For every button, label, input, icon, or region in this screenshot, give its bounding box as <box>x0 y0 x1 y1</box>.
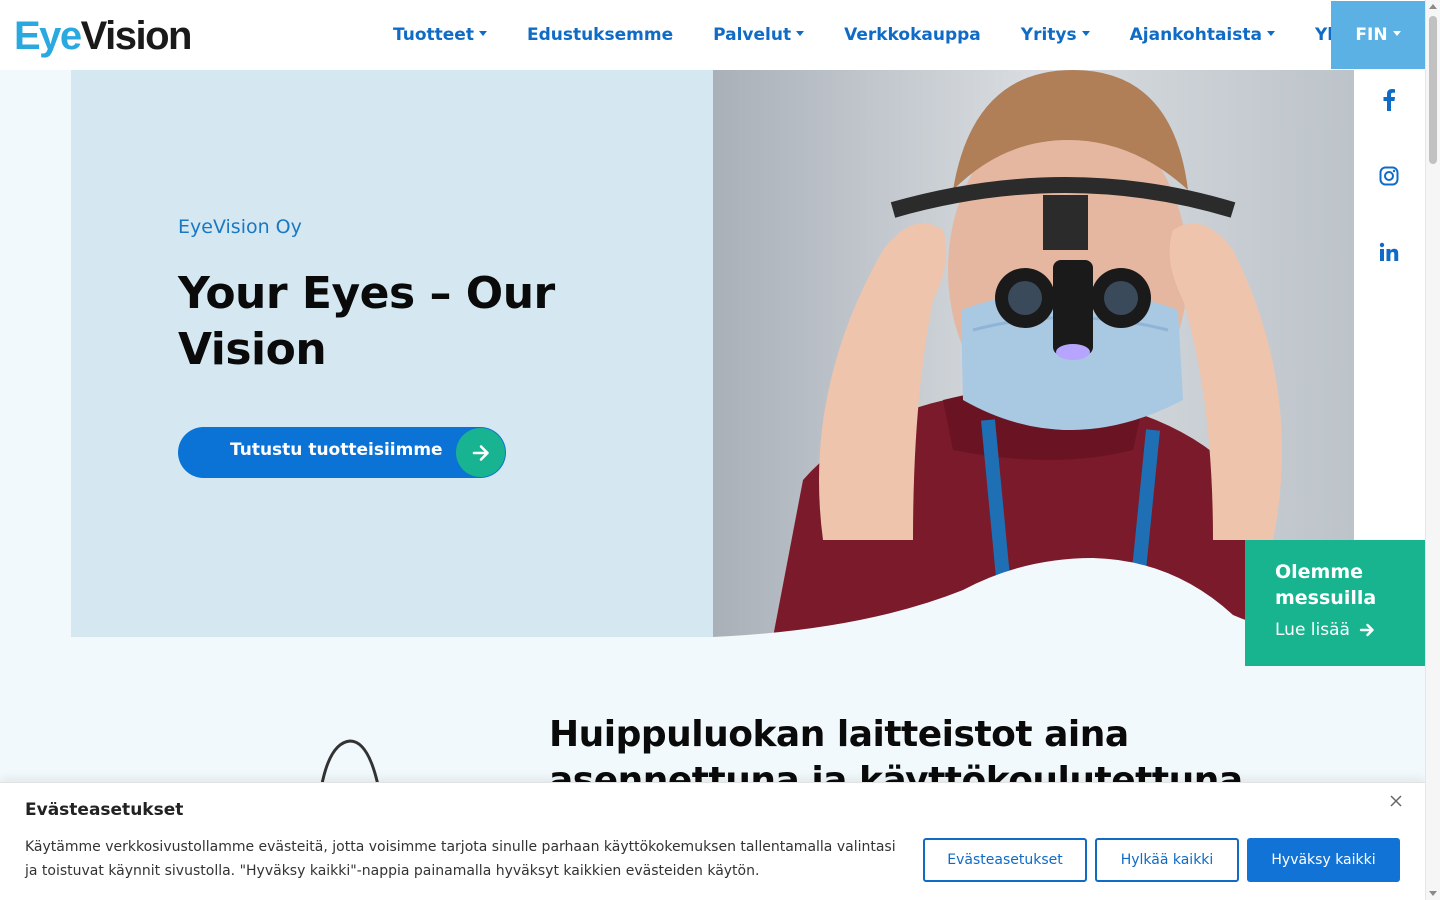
cookie-title: Evästeasetukset <box>25 800 184 820</box>
caret-down-icon <box>796 30 805 36</box>
nav-item-label: Ajankohtaista <box>1129 25 1262 45</box>
read-more-label: Lue lisää <box>1275 620 1350 640</box>
linkedin-icon[interactable] <box>1378 241 1400 263</box>
nav-item-palvelut[interactable]: Palvelut <box>693 0 824 70</box>
fair-title: Olemme messuilla <box>1275 561 1377 609</box>
page-scrollbar[interactable] <box>1425 0 1440 900</box>
logo-eye-text: Eye <box>14 14 82 58</box>
caret-down-icon <box>1392 30 1401 36</box>
hero-subtitle: EyeVision Oy <box>178 216 302 238</box>
reject-all-button[interactable]: Hylkää kaikki <box>1095 838 1239 882</box>
eyevision-logo[interactable]: EyeVision <box>14 14 193 58</box>
accept-all-button[interactable]: Hyväksy kaikki <box>1247 838 1400 882</box>
hero-panel: EyeVision Oy Your Eyes – Our Vision Tutu… <box>71 70 713 637</box>
main-nav: Tuotteet Edustuksemme Palvelut Verkkokau… <box>373 0 1400 70</box>
hero-title: Your Eyes – Our Vision <box>178 268 555 375</box>
caret-down-icon <box>478 30 487 36</box>
nav-item-label: Verkkokauppa <box>844 25 981 45</box>
arrow-right-icon <box>456 428 505 477</box>
nav-item-label: Palvelut <box>713 25 792 45</box>
nav-item-label: Tuotteet <box>393 25 474 45</box>
social-sidebar <box>1354 70 1425 540</box>
arrow-right-icon <box>1359 623 1374 637</box>
nav-item-verkkokauppa[interactable]: Verkkokauppa <box>824 0 1001 70</box>
logo-vision-text: Vision <box>80 14 193 58</box>
facebook-icon[interactable] <box>1378 89 1400 111</box>
nav-item-label: Yritys <box>1020 25 1077 45</box>
caret-down-icon <box>1081 30 1090 36</box>
nav-item-edustuksemme[interactable]: Edustuksemme <box>507 0 693 70</box>
scroll-up-icon[interactable] <box>1429 4 1437 9</box>
caret-down-icon <box>1266 30 1275 36</box>
cookie-banner: Evästeasetukset Käytämme verkkosivustoll… <box>0 782 1425 900</box>
cookie-text: Käytämme verkkosivustollamme evästeitä, … <box>25 839 896 879</box>
explore-products-button[interactable]: Tutustu tuotteisiimme <box>178 427 506 478</box>
navbar: EyeVision Tuotteet Edustuksemme Palvelut… <box>0 0 1425 70</box>
cookie-settings-button[interactable]: Evästeasetukset <box>923 838 1087 882</box>
cta-label: Tutustu tuotteisiimme <box>230 440 443 460</box>
fair-announcement[interactable]: Olemme messuilla Lue lisää <box>1245 540 1425 666</box>
scrollbar-thumb[interactable] <box>1429 16 1437 164</box>
instagram-icon[interactable] <box>1378 165 1400 187</box>
language-label: FIN <box>1355 25 1388 45</box>
nav-item-ajankohtaista[interactable]: Ajankohtaista <box>1110 0 1295 70</box>
close-icon[interactable] <box>1389 793 1403 807</box>
language-selector[interactable]: FIN <box>1331 1 1425 69</box>
read-more-link[interactable]: Lue lisää <box>1275 620 1375 640</box>
nav-item-label: Edustuksemme <box>526 25 674 45</box>
nav-item-tuotteet[interactable]: Tuotteet <box>373 0 507 70</box>
nav-item-yritys[interactable]: Yritys <box>1001 0 1110 70</box>
scroll-down-icon[interactable] <box>1429 891 1437 896</box>
